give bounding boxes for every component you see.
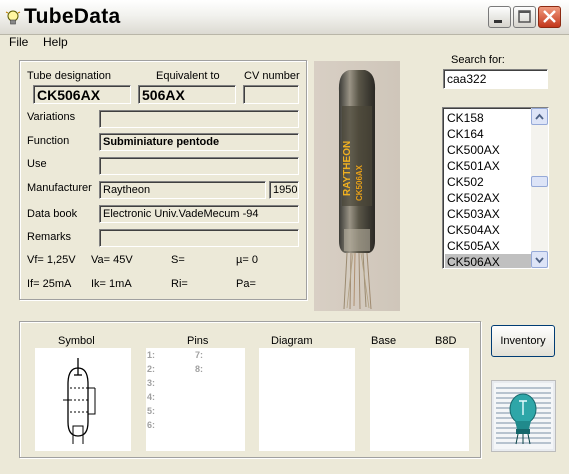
function-field[interactable]: Subminiature pentode: [99, 133, 299, 151]
equivalent-label: Equivalent to: [156, 70, 220, 82]
close-button[interactable]: [538, 6, 561, 28]
use-field[interactable]: [99, 157, 299, 175]
ri-value: Ri=: [171, 278, 188, 290]
menu-help[interactable]: Help: [43, 35, 68, 49]
lightbulb-icon: [5, 10, 21, 25]
base-value: B8D: [435, 335, 457, 347]
symbol-label: Symbol: [58, 335, 95, 347]
tube-list-items: CK158 CK164 CK500AX CK501AX CK502 CK502A…: [445, 110, 531, 268]
pin-label: 8:: [195, 364, 204, 374]
list-item[interactable]: CK158: [445, 110, 531, 126]
search-label: Search for:: [451, 54, 505, 66]
pin-label: 2:: [147, 364, 156, 374]
pin-label: 7:: [195, 350, 204, 360]
manufacturer-field[interactable]: Raytheon: [99, 181, 266, 199]
search-input[interactable]: caa322: [443, 69, 548, 89]
list-scrollbar[interactable]: [531, 108, 548, 268]
va-value: Va= 45V: [91, 254, 133, 266]
list-item[interactable]: CK501AX: [445, 158, 531, 174]
diagram-label: Diagram: [271, 335, 313, 347]
scroll-down-icon: [535, 257, 544, 264]
photo-text-1: RAYTHEON: [342, 141, 353, 196]
list-item[interactable]: CK504AX: [445, 222, 531, 238]
base-label: Base: [371, 335, 397, 347]
if-value: If= 25mA: [27, 278, 72, 290]
pa-value: Pa=: [236, 278, 256, 290]
variations-label: Variations: [27, 111, 76, 123]
symbol-box: [35, 348, 131, 451]
scroll-up-button[interactable]: [531, 108, 548, 125]
vf-value: Vf= 1,25V: [27, 254, 76, 266]
scroll-thumb[interactable]: [531, 176, 548, 187]
window-title: TubeData: [24, 5, 121, 28]
menu-file[interactable]: File: [9, 35, 28, 49]
pin-label: 4:: [147, 392, 156, 402]
list-item[interactable]: CK502: [445, 174, 531, 190]
tube-logo-icon: [494, 383, 553, 449]
s-value: S=: [171, 254, 185, 266]
list-item[interactable]: CK505AX: [445, 238, 531, 254]
pin-label: 3:: [147, 378, 156, 388]
list-item[interactable]: CK500AX: [445, 142, 531, 158]
mu-value: µ= 0: [236, 254, 258, 266]
photo-text-2: CK506AX: [355, 164, 364, 201]
manufacturer-label: Manufacturer: [27, 182, 92, 194]
function-label: Function: [27, 135, 70, 147]
list-item[interactable]: CK164: [445, 126, 531, 142]
pin-label: 6:: [147, 420, 156, 430]
minimize-button[interactable]: [488, 6, 511, 28]
tube-list[interactable]: CK158 CK164 CK500AX CK501AX CK502 CK502A…: [442, 107, 549, 269]
inventory-button[interactable]: Inventory: [491, 325, 555, 357]
list-item-selected[interactable]: CK506AX: [445, 254, 531, 268]
databook-label: Data book: [27, 208, 78, 220]
scroll-down-button[interactable]: [531, 251, 548, 268]
cv-number-field[interactable]: [243, 85, 299, 104]
list-item[interactable]: CK503AX: [445, 206, 531, 222]
cv-number-label: CV number: [244, 70, 300, 82]
maximize-icon: [518, 10, 531, 23]
pin-label: 1:: [147, 350, 156, 360]
pins-label: Pins: [187, 335, 209, 347]
remarks-label: Remarks: [27, 231, 72, 243]
equivalent-field[interactable]: 506AX: [138, 85, 236, 104]
pins-box: 1: 2: 3: 4: 5: 6: 7: 8:: [146, 348, 245, 451]
year-field[interactable]: 1950: [269, 181, 299, 199]
base-box: [370, 348, 469, 451]
diagram-box: [259, 348, 355, 451]
ik-value: Ik= 1mA: [91, 278, 132, 290]
close-icon: [543, 10, 556, 23]
pentode-symbol-icon: [63, 358, 96, 444]
scroll-up-icon: [535, 113, 544, 120]
maximize-button[interactable]: [513, 6, 536, 28]
databook-field[interactable]: Electronic Univ.VadeMecum -94: [99, 205, 299, 223]
tube-photo: RAYTHEON CK506AX: [314, 61, 400, 311]
remarks-field[interactable]: [99, 229, 299, 247]
minimize-icon: [494, 20, 502, 23]
tube-designation-label: Tube designation: [27, 70, 111, 82]
use-label: Use: [27, 158, 47, 170]
tube-designation-field[interactable]: CK506AX: [33, 85, 131, 104]
tube-logo[interactable]: [491, 380, 556, 452]
pin-label: 5:: [147, 406, 156, 416]
list-item[interactable]: CK502AX: [445, 190, 531, 206]
variations-field[interactable]: [99, 110, 299, 128]
